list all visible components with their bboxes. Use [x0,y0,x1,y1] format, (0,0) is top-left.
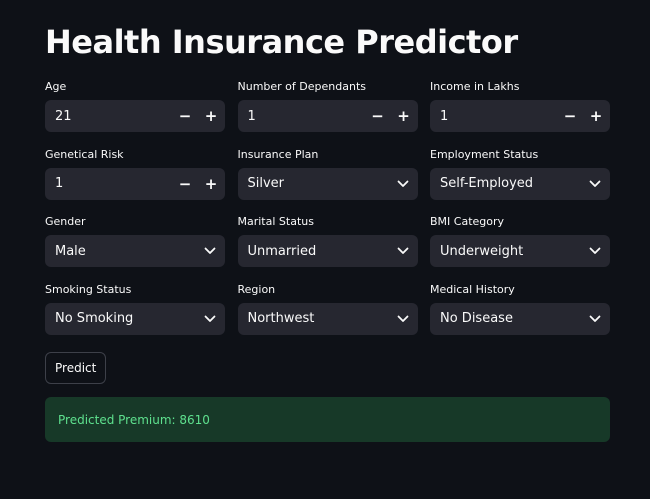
genetical-risk-increment-button[interactable]: + [198,168,224,200]
field-medical-history: Medical History No Disease [430,283,610,351]
predict-button[interactable]: Predict [45,352,107,384]
marital-status-label: Marital Status [237,215,314,228]
dependants-increment-button[interactable]: + [391,100,417,132]
field-dependants: Number of Dependants 1 − + [237,80,418,148]
insurance-plan-select[interactable]: Silver [237,167,418,200]
region-value: Northwest [247,311,315,326]
gender-select[interactable]: Male [45,235,225,267]
chevron-down-icon [388,303,418,335]
smoking-status-value: No Smoking [55,311,134,326]
smoking-status-label: Smoking Status [45,282,132,296]
insurance-plan-label: Insurance Plan [237,147,319,161]
insurance-plan-value: Silver [247,176,285,191]
employment-status-value: Self-Employed [440,176,534,191]
chevron-down-icon [580,168,610,200]
page-title: Health Insurance Predictor [45,23,518,61]
income-increment-button[interactable]: + [583,100,609,132]
age-label: Age [45,80,67,93]
dependants-label: Number of Dependants [237,80,366,93]
field-age: Age 21 − + [45,80,225,148]
field-smoking-status: Smoking Status No Smoking [45,283,225,351]
genetical-risk-label: Genetical Risk [45,147,124,161]
predicted-premium-text: Predicted Premium: 8610 [58,412,210,427]
field-marital-status: Marital Status Unmarried [237,215,418,283]
chevron-down-icon [388,168,418,200]
field-gender: Gender Male [45,215,225,283]
field-income: Income in Lakhs 1 − + [430,80,610,148]
income-input[interactable]: 1 [430,109,557,124]
region-select[interactable]: Northwest [237,302,418,335]
field-bmi-category: BMI Category Underweight [430,215,610,283]
genetical-risk-number-input: 1 − + [45,167,225,200]
chevron-down-icon [580,303,610,335]
age-increment-button[interactable]: + [198,100,224,132]
medical-history-label: Medical History [430,282,515,296]
chevron-down-icon [388,235,418,267]
genetical-risk-decrement-button[interactable]: − [172,168,198,200]
predicted-premium-alert: Predicted Premium: 8610 [45,397,610,442]
dependants-number-input: 1 − + [237,100,418,132]
employment-status-select[interactable]: Self-Employed [430,167,610,200]
dependants-input[interactable]: 1 [238,109,365,124]
income-number-input: 1 − + [430,100,610,132]
smoking-status-select[interactable]: No Smoking [45,302,225,335]
income-label: Income in Lakhs [430,80,520,93]
marital-status-select[interactable]: Unmarried [237,235,418,267]
employment-status-label: Employment Status [430,147,539,161]
app-container: Health Insurance Predictor Age 21 − + Nu… [0,0,650,499]
bmi-category-label: BMI Category [430,215,505,228]
income-decrement-button[interactable]: − [557,100,583,132]
age-input[interactable]: 21 [45,109,172,124]
age-decrement-button[interactable]: − [172,100,198,132]
field-insurance-plan: Insurance Plan Silver [237,147,418,216]
bmi-category-value: Underweight [440,243,524,259]
form-grid: Age 21 − + Number of Dependants 1 − + In… [45,80,610,350]
field-employment-status: Employment Status Self-Employed [430,148,610,216]
gender-label: Gender [45,215,86,228]
chevron-down-icon [195,303,225,335]
medical-history-select[interactable]: No Disease [430,302,610,335]
chevron-down-icon [580,235,610,267]
chevron-down-icon [195,235,225,267]
marital-status-value: Unmarried [247,243,317,259]
region-label: Region [237,282,276,296]
field-genetical-risk: Genetical Risk 1 − + [45,148,225,216]
bmi-category-select[interactable]: Underweight [430,235,610,267]
genetical-risk-input[interactable]: 1 [45,176,172,191]
age-number-input: 21 − + [45,100,225,132]
field-region: Region Northwest [237,282,418,351]
gender-value: Male [55,243,86,259]
medical-history-value: No Disease [440,311,513,326]
dependants-decrement-button[interactable]: − [365,100,391,132]
